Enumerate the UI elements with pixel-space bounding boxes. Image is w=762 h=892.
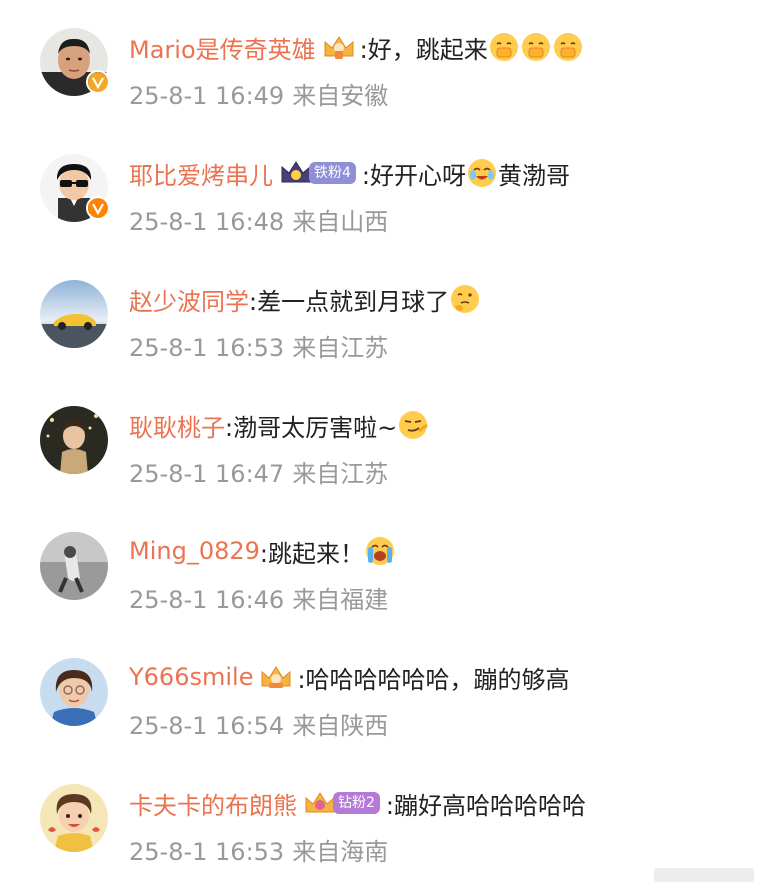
comment-meta: 25-8-1 16:53 来自江苏 — [129, 328, 388, 363]
comment-location: 来自安徽 — [292, 82, 389, 110]
comment-meta: 25-8-1 16:53 来自海南 — [129, 832, 388, 867]
comment-date: 25-8-1 16:53 — [129, 334, 285, 362]
comment-item: Ming_0829 :跳起来！ 25-8-1 16:46 来自福建 — [0, 504, 762, 630]
comment-item: 耶比爱烤串儿 铁粉4 :好开心呀 黄渤哥 25-8-1 16:48 来自山西 — [0, 126, 762, 252]
tears-joy-emoji-icon — [366, 537, 394, 565]
watermark-icon — [654, 868, 754, 882]
comment-meta: 25-8-1 16:47 来自江苏 — [129, 454, 388, 489]
avatar-image — [40, 280, 108, 348]
username-link[interactable]: Y666smile — [129, 663, 253, 691]
comment-line: 耶比爱烤串儿 铁粉4 :好开心呀 黄渤哥 — [129, 154, 570, 192]
comment-item: 耿耿桃子 :渤哥太厉害啦~ 25-8-1 16:47 来自江苏 — [0, 378, 762, 504]
happy-cry-emoji-icon — [468, 159, 497, 187]
verified-icon — [86, 70, 110, 94]
username-link[interactable]: Ming_0829 — [129, 537, 260, 565]
comment-meta: 25-8-1 16:48 来自山西 — [129, 202, 388, 237]
comment-location: 来自山西 — [292, 208, 389, 236]
avatar-image — [40, 406, 108, 474]
username-link[interactable]: Mario是传奇英雄 — [129, 30, 316, 65]
comment-line: 赵少波同学 :差一点就到月球了 — [129, 280, 481, 318]
avatar-image — [40, 658, 108, 726]
comment-text: :渤哥太厉害啦~ — [225, 413, 398, 442]
comment-list: Mario是传奇英雄 :好，跳起来 25-8-1 16:49 来自安徽 耶比爱烤… — [0, 0, 762, 892]
comment-location: 来自海南 — [292, 838, 389, 866]
crown-badge-icon — [305, 792, 335, 813]
shy-emoji-icon — [553, 33, 582, 61]
crown-badge-icon — [281, 161, 311, 183]
smug-emoji-icon — [399, 411, 429, 439]
avatar[interactable] — [40, 28, 110, 96]
username-link[interactable]: 耶比爱烤串儿 — [129, 156, 273, 191]
comment-text: :哈哈哈哈哈哈，蹦的够高 — [297, 665, 570, 694]
username-link[interactable]: 赵少波同学 — [129, 282, 249, 317]
comment-text-after: 黄渤哥 — [498, 161, 571, 190]
comment-line: Mario是传奇英雄 :好，跳起来 — [129, 28, 584, 66]
crown-badge-icon — [261, 666, 291, 688]
avatar[interactable] — [40, 784, 108, 852]
avatar[interactable] — [40, 658, 108, 726]
comment-text: :好，跳起来 — [359, 35, 488, 64]
comment-text: :好开心呀 — [361, 161, 467, 190]
shy-emoji-icon — [489, 33, 518, 61]
comment-location: 来自陕西 — [292, 712, 389, 740]
comment-date: 25-8-1 16:46 — [129, 586, 285, 614]
comment-item: 卡夫卡的布朗熊 钻粉2 :蹦好高哈哈哈哈哈 25-8-1 16:53 来自海南 — [0, 756, 762, 882]
comment-meta: 25-8-1 16:54 来自陕西 — [129, 706, 388, 741]
verified-icon — [86, 196, 110, 220]
avatar[interactable] — [40, 280, 108, 348]
comment-text: :跳起来！ — [259, 539, 364, 568]
fan-level-badge: 铁粉4 — [309, 162, 356, 184]
comment-line: 耿耿桃子 :渤哥太厉害啦~ — [129, 406, 429, 444]
comment-item: Mario是传奇英雄 :好，跳起来 25-8-1 16:49 来自安徽 — [0, 0, 762, 126]
comment-date: 25-8-1 16:54 — [129, 712, 285, 740]
comment-location: 来自江苏 — [292, 460, 389, 488]
comment-item: Y666smile :哈哈哈哈哈哈，蹦的够高 25-8-1 16:54 来自陕西 — [0, 630, 762, 756]
comment-location: 来自福建 — [292, 586, 389, 614]
comment-meta: 25-8-1 16:49 来自安徽 — [129, 76, 388, 111]
username-link[interactable]: 卡夫卡的布朗熊 — [129, 786, 297, 821]
thinking-emoji-icon — [451, 285, 480, 313]
comment-location: 来自江苏 — [292, 334, 389, 362]
comment-line: Ming_0829 :跳起来！ — [129, 532, 396, 570]
comment-text: :差一点就到月球了 — [249, 287, 450, 316]
username-link[interactable]: 耿耿桃子 — [129, 408, 225, 443]
comment-date: 25-8-1 16:47 — [129, 460, 285, 488]
avatar[interactable] — [40, 154, 110, 222]
fan-level-badge: 钻粉2 — [333, 792, 380, 814]
comment-date: 25-8-1 16:53 — [129, 838, 285, 866]
crown-badge-icon — [324, 36, 354, 59]
avatar[interactable] — [40, 406, 108, 474]
comment-date: 25-8-1 16:49 — [129, 82, 285, 110]
comment-line: Y666smile :哈哈哈哈哈哈，蹦的够高 — [129, 658, 570, 696]
comment-date: 25-8-1 16:48 — [129, 208, 285, 236]
shy-emoji-icon — [521, 33, 550, 61]
comment-line: 卡夫卡的布朗熊 钻粉2 :蹦好高哈哈哈哈哈 — [129, 784, 586, 822]
comment-item: 赵少波同学 :差一点就到月球了 25-8-1 16:53 来自江苏 — [0, 252, 762, 378]
avatar[interactable] — [40, 532, 108, 600]
avatar-image — [40, 784, 108, 852]
comment-meta: 25-8-1 16:46 来自福建 — [129, 580, 388, 615]
comment-text: :蹦好高哈哈哈哈哈 — [385, 791, 587, 820]
avatar-image — [40, 532, 108, 600]
